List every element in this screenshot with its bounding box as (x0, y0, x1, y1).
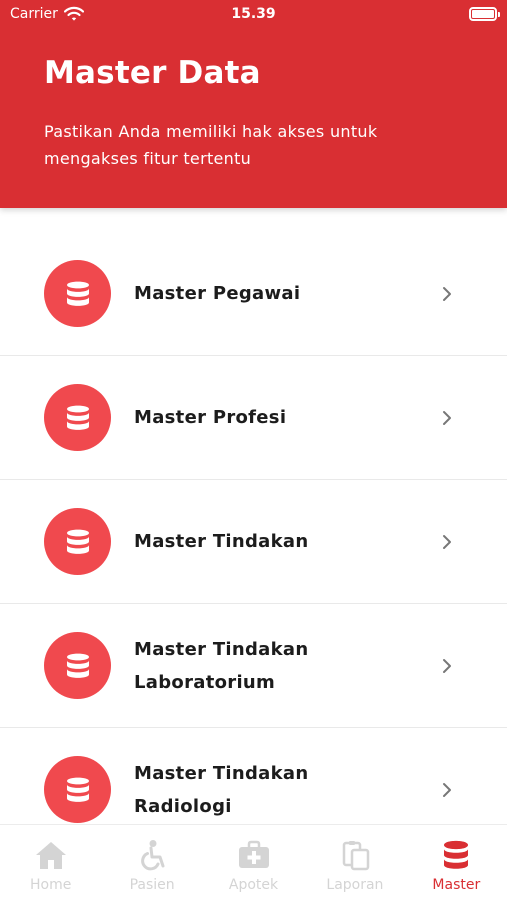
menu-item-master-pegawai[interactable]: Master Pegawai (0, 232, 507, 356)
bottom-tab-bar: Home Pasien Apotek Laporan Master (0, 824, 507, 900)
menu-item-master-tindakan-laboratorium[interactable]: Master Tindakan Laboratorium (0, 604, 507, 728)
master-menu-list: Master Pegawai Master Profesi Master Tin… (0, 232, 507, 852)
chevron-right-icon (443, 410, 451, 425)
tab-label: Pasien (129, 877, 175, 893)
chevron-right-icon (443, 658, 451, 673)
menu-item-label: Master Tindakan Laboratorium (134, 638, 309, 693)
page-subtitle: Pastikan Anda memiliki hak akses untuk m… (44, 122, 378, 168)
clipboard-copy-icon (342, 841, 370, 871)
database-icon (44, 384, 111, 451)
database-icon (44, 632, 111, 699)
tab-apotek[interactable]: Apotek (203, 825, 304, 900)
chevron-right-icon (443, 534, 451, 549)
tab-home[interactable]: Home (0, 825, 101, 900)
menu-item-label: Master Profesi (134, 407, 287, 428)
tab-label: Laporan (326, 877, 384, 893)
database-icon (444, 840, 469, 869)
home-icon (35, 842, 66, 869)
accessibility-icon (141, 840, 165, 871)
battery-icon (469, 7, 500, 21)
chevron-right-icon (443, 782, 451, 797)
tab-label: Apotek (228, 877, 279, 893)
tab-label: Master (432, 877, 481, 893)
menu-item-label: Master Tindakan Radiologi (134, 762, 309, 817)
status-time: 15.39 (231, 6, 276, 22)
menu-item-master-tindakan[interactable]: Master Tindakan (0, 480, 507, 604)
tab-master[interactable]: Master (406, 825, 507, 900)
chevron-right-icon (443, 286, 451, 301)
tab-laporan[interactable]: Laporan (304, 825, 405, 900)
header: Carrier 15.39 Master Data Pastikan Anda … (0, 0, 507, 208)
database-icon (44, 260, 111, 327)
tab-pasien[interactable]: Pasien (101, 825, 202, 900)
tab-label: Home (30, 877, 72, 893)
medkit-icon (238, 840, 269, 868)
database-icon (44, 756, 111, 823)
menu-item-label: Master Tindakan (134, 531, 309, 552)
status-bar: Carrier 15.39 (0, 0, 507, 30)
menu-item-master-profesi[interactable]: Master Profesi (0, 356, 507, 480)
page-title: Master Data (44, 55, 261, 91)
database-icon (44, 508, 111, 575)
menu-item-label: Master Pegawai (134, 283, 301, 304)
